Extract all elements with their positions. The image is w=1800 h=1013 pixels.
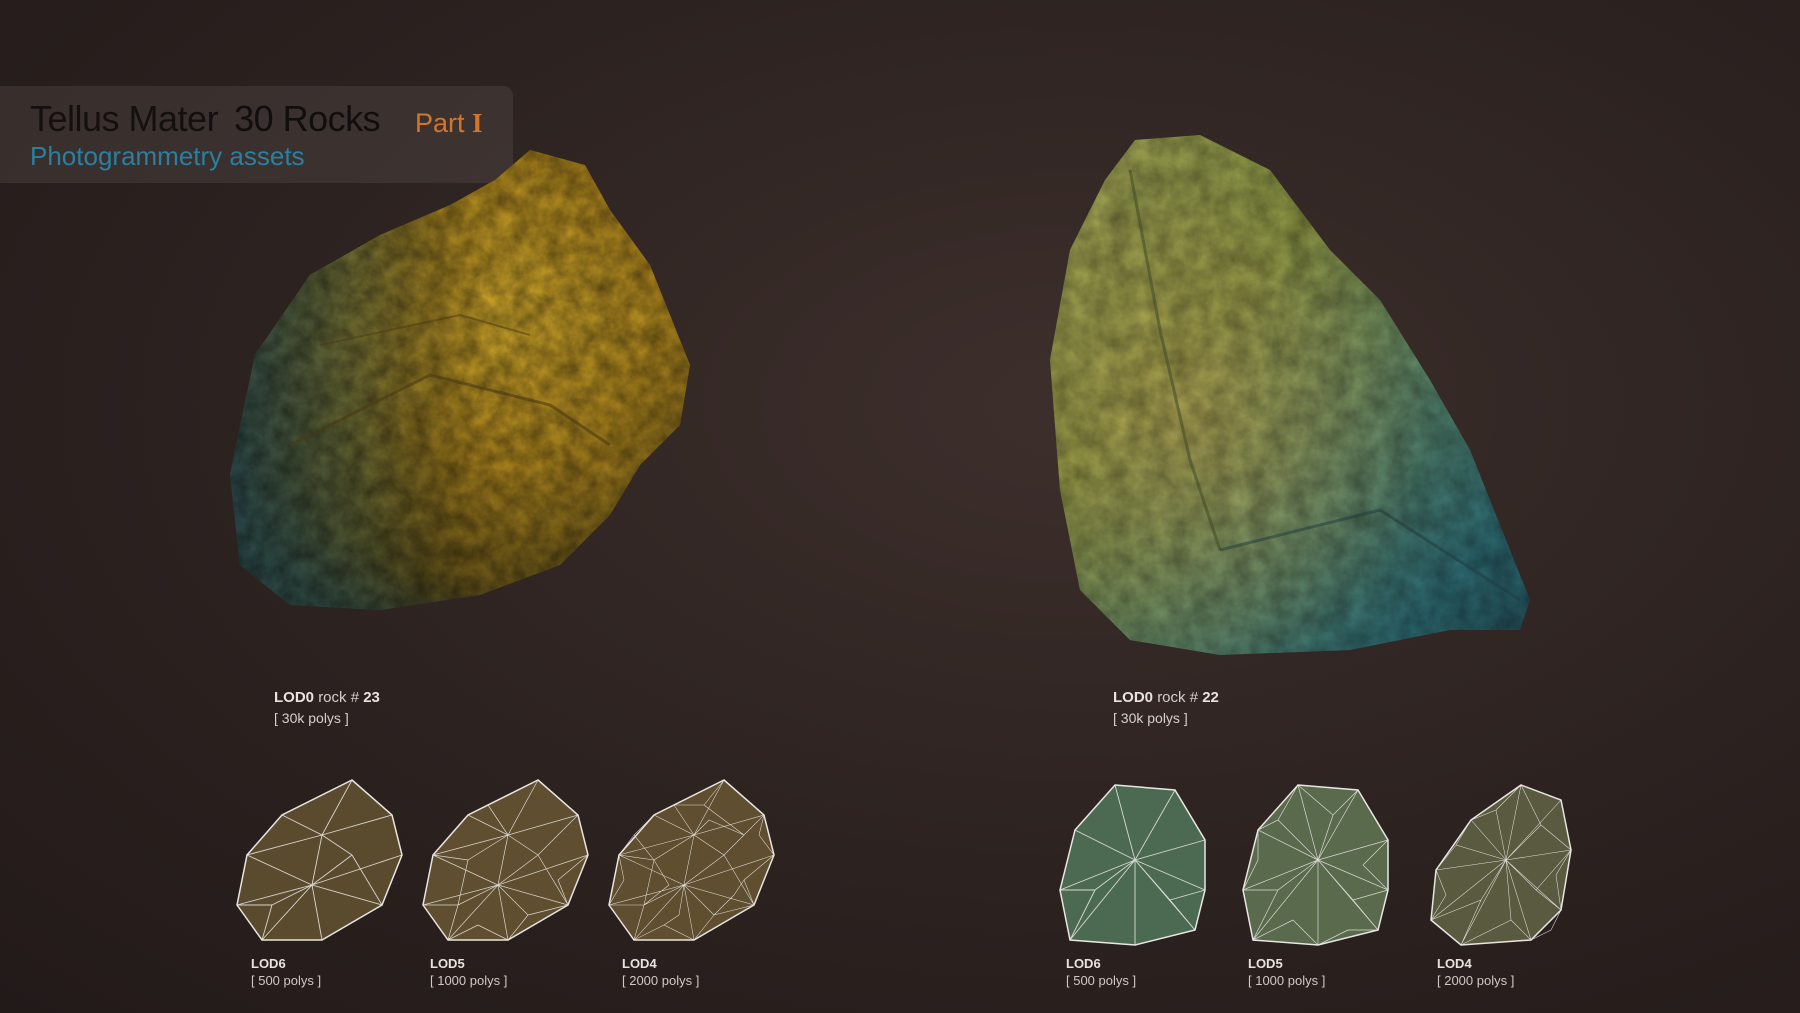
- rock-22-label: LOD0 rock # 22 [ 30k polys ]: [1113, 689, 1219, 726]
- rock-23-lod6-wireframe: [236, 779, 403, 941]
- lod-polys: [ 500 polys ]: [251, 973, 322, 988]
- rock-23-lod4-wireframe: [608, 779, 775, 941]
- rock-23-rock-text: rock #: [318, 689, 360, 706]
- lod-name: LOD5: [1248, 956, 1283, 971]
- rock-22-lod5-label: LOD5 [ 1000 polys ]: [1248, 956, 1325, 988]
- rock-22-rock-text: rock #: [1157, 689, 1199, 706]
- part-word: Part: [415, 108, 465, 138]
- rock-22-lod6-label: LOD6 [ 500 polys ]: [1066, 956, 1136, 988]
- lod-polys: [ 1000 polys ]: [430, 973, 508, 988]
- rock-22-render: [1050, 135, 1530, 655]
- rock-22-lod6-wireframe: [1059, 784, 1206, 946]
- rock-23-lod-label: LOD0: [274, 689, 315, 706]
- collection-name: Tellus Mater: [30, 98, 219, 139]
- lod-name: LOD6: [251, 956, 286, 971]
- rock-23-lod4-label: LOD4 [ 2000 polys ]: [622, 956, 699, 988]
- rock-23-lod5-wireframe: [422, 779, 589, 941]
- rock-23-lod5-label: LOD5 [ 1000 polys ]: [430, 956, 507, 988]
- rock-23-label: LOD0 rock # 23 [ 30k polys ]: [274, 689, 380, 726]
- lod-name: LOD4: [1437, 956, 1472, 971]
- rock-22-lod5-wireframe: [1242, 784, 1389, 946]
- rock-22-lod4-wireframe: [1430, 784, 1572, 946]
- lod-name: LOD5: [430, 956, 465, 971]
- lod-name: LOD6: [1066, 956, 1101, 971]
- rock-23-number: 23: [363, 689, 380, 706]
- rock-23-polys: [ 30k polys ]: [274, 710, 349, 726]
- lod-name: LOD4: [622, 956, 657, 971]
- rock-23-render: [230, 150, 690, 610]
- page-title: Tellus Mater 30 Rocks: [30, 98, 381, 140]
- rock-22-lod-label: LOD0: [1113, 689, 1154, 706]
- part-numeral: I: [472, 108, 483, 138]
- rock-22-lod4-label: LOD4 [ 2000 polys ]: [1437, 956, 1514, 988]
- lod-polys: [ 2000 polys ]: [1437, 973, 1515, 988]
- rock-22-polys: [ 30k polys ]: [1113, 710, 1188, 726]
- lod-polys: [ 500 polys ]: [1066, 973, 1137, 988]
- part-label: Part I: [415, 108, 483, 139]
- lod-polys: [ 1000 polys ]: [1248, 973, 1326, 988]
- lod-polys: [ 2000 polys ]: [622, 973, 700, 988]
- rock-count: 30 Rocks: [234, 98, 381, 139]
- rock-22-number: 22: [1202, 689, 1219, 706]
- rock-23-lod6-label: LOD6 [ 500 polys ]: [251, 956, 321, 988]
